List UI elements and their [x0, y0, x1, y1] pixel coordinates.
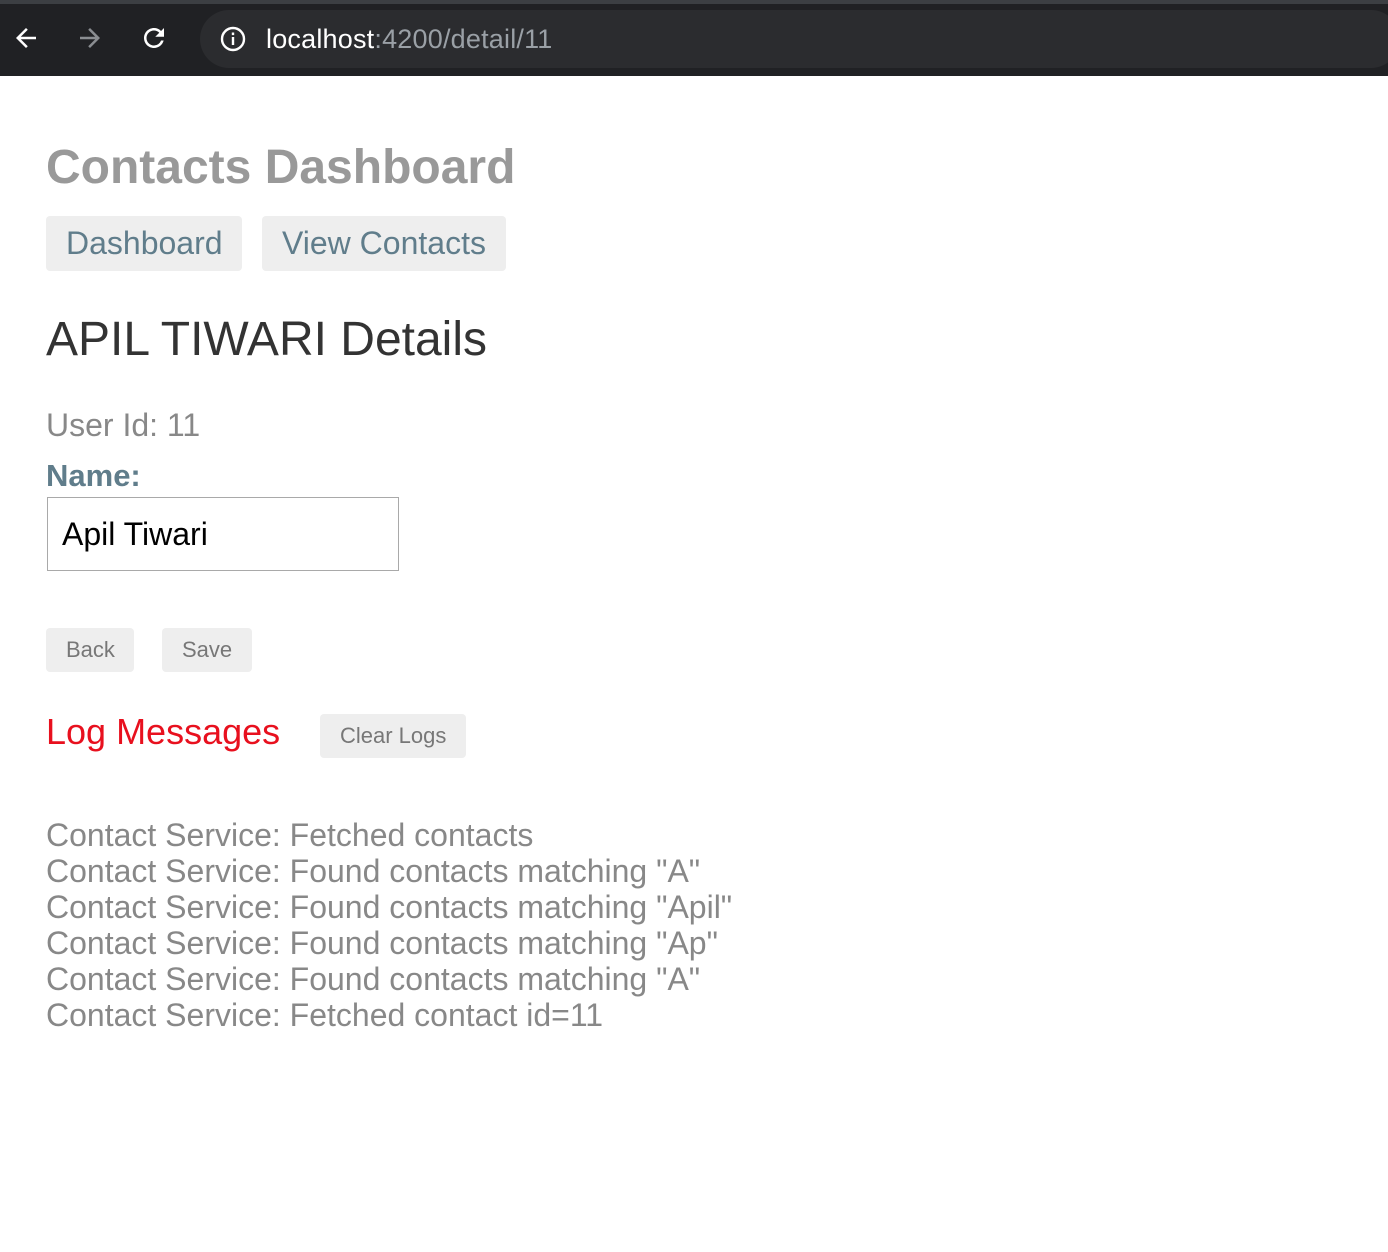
url-text[interactable]: localhost:4200/detail/11	[266, 23, 553, 55]
arrow-right-icon	[80, 28, 100, 48]
log-item: Contact Service: Fetched contact id=11	[46, 997, 604, 1033]
log-messages-title: Log Messages	[46, 711, 281, 752]
forward-button[interactable]	[72, 20, 108, 56]
log-list: Contact Service: Fetched contacts Contac…	[46, 817, 732, 1033]
address-bar[interactable]: localhost:4200/detail/11	[200, 10, 1388, 68]
log-item: Contact Service: Found contacts matching…	[46, 853, 701, 889]
log-item: Contact Service: Found contacts matching…	[46, 925, 718, 961]
url-path: :4200/detail/11	[374, 24, 553, 54]
detail-title: APIL TIWARI Details	[46, 313, 487, 366]
arrow-left-icon	[16, 28, 36, 48]
user-id: User Id: 11	[46, 407, 201, 443]
back-button-page[interactable]: Back	[46, 628, 134, 672]
browser-toolbar: localhost:4200/detail/11	[0, 0, 1388, 76]
name-input[interactable]	[47, 497, 399, 571]
name-label: Name:	[46, 458, 141, 493]
app-title: Contacts Dashboard	[46, 141, 516, 194]
reload-button[interactable]	[136, 20, 172, 56]
log-item: Contact Service: Found contacts matching…	[46, 961, 701, 997]
clear-logs-button[interactable]: Clear Logs	[320, 714, 466, 758]
log-item: Contact Service: Found contacts matching…	[46, 889, 733, 925]
log-item: Contact Service: Fetched contacts	[46, 817, 534, 853]
nav-dashboard-link[interactable]: Dashboard	[46, 216, 242, 271]
nav-view-contacts-link[interactable]: View Contacts	[262, 216, 506, 271]
reload-icon	[144, 28, 164, 48]
url-host: localhost	[266, 24, 375, 54]
back-button[interactable]	[8, 20, 44, 56]
save-button[interactable]: Save	[162, 628, 252, 672]
info-icon[interactable]	[220, 26, 246, 52]
